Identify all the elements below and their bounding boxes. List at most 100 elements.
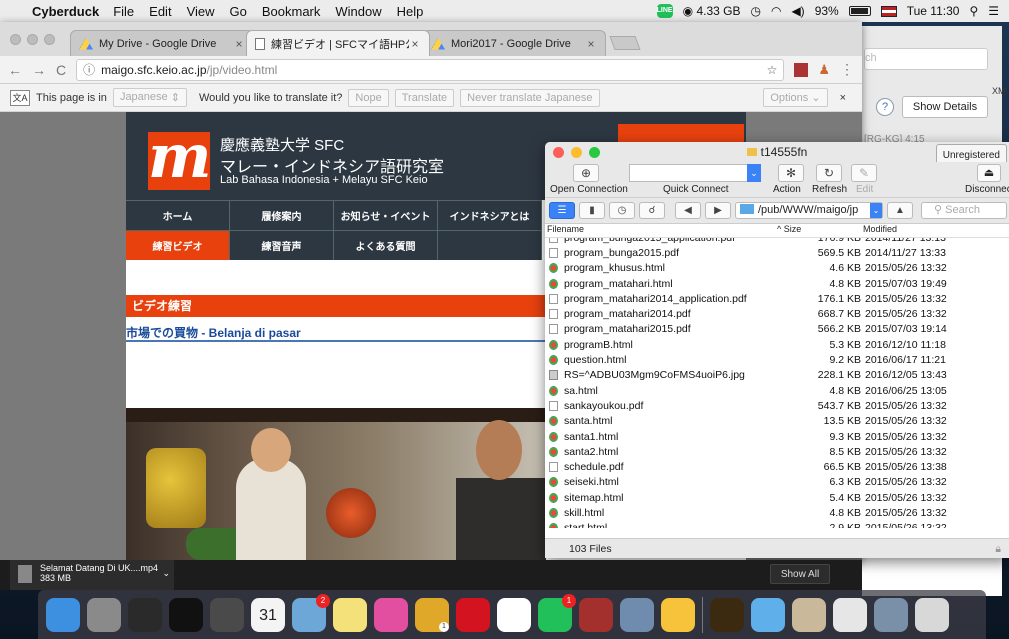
file-row[interactable]: program_matahari.html 4.8 KB 2015/07/03 19… [545,276,1009,291]
line-status-icon[interactable]: LINE [656,4,673,18]
notes-icon[interactable] [333,597,367,632]
never-translate-button[interactable]: Never translate Japanese [460,88,600,107]
extension-icon[interactable]: ♟ [818,62,830,78]
file-row[interactable]: santa1.html 9.3 KB 2015/05/26 13:32 [545,429,1009,444]
eject-icon[interactable]: ⏏ [977,164,1001,182]
activity-monitor-icon[interactable] [128,597,162,632]
refresh-icon[interactable]: ↻ [816,164,842,182]
close-tab-icon[interactable]: × [233,37,245,51]
close-tab-icon[interactable]: × [585,37,597,51]
menu-window[interactable]: Window [335,4,381,19]
folder-icon[interactable] [751,597,785,632]
nav-about-indonesia[interactable]: インドネシアとは [438,200,542,230]
file-row[interactable]: program_matahari2014_application.pdf 176.… [545,291,1009,306]
cyberduck-search-input[interactable]: ⚲ Search [921,202,1007,219]
back-icon[interactable]: ← [8,62,22,78]
new-tab-button[interactable] [609,36,641,50]
mail-bird-icon[interactable]: 2 [292,593,330,632]
show-all-button[interactable]: Show All [770,564,830,584]
parent-folder-icon[interactable]: ▲ [887,202,913,219]
file-row[interactable]: program_bunga2015.pdf 569.5 KB 2014/11/27 … [545,245,1009,260]
path-dropdown[interactable]: /pub/WWW/maigo/jp ⌄ [735,202,883,219]
file-row[interactable]: santa.html 13.5 KB 2015/05/26 13:32 [545,414,1009,429]
address-bar[interactable]: ⓘ maigo.sfc.keio.ac.jp/jp/video.html ☆ [76,58,785,81]
file-row[interactable]: program_matahari2014.pdf 668.7 KB 2015/05/… [545,306,1009,321]
chevron-down-icon[interactable]: ⌄ [162,568,170,579]
back-icon[interactable]: ◀ [675,202,701,219]
nav-faq[interactable]: よくある質問 [334,230,438,260]
extension-icon[interactable] [794,62,809,77]
file-row[interactable]: program_matahari2015.pdf 566.2 KB 2015/07/… [545,322,1009,337]
photos-stack-icon[interactable] [792,597,826,632]
menu-edit[interactable]: Edit [149,4,171,19]
open-connection-label[interactable]: Open Connection [550,184,628,195]
show-details-button[interactable]: Show Details [902,96,988,118]
time-machine-icon[interactable]: ◷ [750,4,760,18]
notification-center-icon[interactable]: ☰ [988,4,999,18]
bonjour-view-icon[interactable]: ☌ [639,202,665,219]
minimize-window-icon[interactable] [571,147,582,158]
terminal-icon[interactable] [169,597,203,632]
input-source-flag-icon[interactable] [880,5,897,17]
close-translate-icon[interactable]: × [834,92,852,104]
nav-course-info[interactable]: 履修案内 [230,200,334,230]
system-preferences-icon[interactable] [87,597,121,632]
finder-icon[interactable] [46,597,80,632]
column-filename[interactable]: Filename [545,224,777,237]
menu-help[interactable]: Help [397,4,424,19]
nav-news-events[interactable]: お知らせ・イベント [334,200,438,230]
nav-practice-audio[interactable]: 練習音声 [230,230,334,260]
bg-search-field[interactable]: ch [864,48,988,70]
help-icon[interactable]: ? [876,98,894,116]
forward-icon[interactable]: ▶ [705,202,731,219]
file-row[interactable]: sankayoukou.pdf 543.7 KB 2015/05/26 13:32 [545,398,1009,413]
volume-icon[interactable]: ◀) [791,4,804,18]
options-button[interactable]: Options ⌄ [763,88,828,107]
file-row[interactable]: start.html 2.9 KB2015/05/26 13:32 [545,521,1009,528]
language-select[interactable]: Japanese ⇕ [112,88,187,107]
battery-icon[interactable] [848,6,871,16]
file-row[interactable]: santa2.html 8.5 KB 2015/05/26 13:32 [545,444,1009,459]
nav-home[interactable]: ホーム [126,200,230,230]
wifi-icon[interactable]: ◠ [771,4,781,18]
image-stack-icon[interactable] [874,597,908,632]
file-row[interactable]: skill.html 4.8 KB 2015/05/26 13:32 [545,505,1009,520]
chrome-menu-icon[interactable]: ⋮ [840,61,854,78]
calendar-icon[interactable]: 31 [251,597,285,632]
zoom-window-icon[interactable] [44,34,55,45]
info-icon[interactable]: ⓘ [83,61,95,78]
dictionary-icon[interactable] [579,597,613,632]
translate-button[interactable]: Translate [394,88,455,107]
chrome-window-icon[interactable] [833,597,867,632]
cyberduck-icon[interactable] [661,597,695,632]
preview-icon[interactable] [620,597,654,632]
battery-percent[interactable]: 93% [815,4,839,18]
bookmarks-view-icon[interactable]: ▮ [579,202,605,219]
tab-video-page[interactable]: 練習ビデオ | SFCマイ語HP公式 × [246,30,430,56]
close-window-icon[interactable] [10,34,21,45]
minimize-window-icon[interactable] [27,34,38,45]
nav-practice-video[interactable]: 練習ビデオ [126,230,230,260]
file-row[interactable]: sitemap.html 5.4 KB 2015/05/26 13:32 [545,490,1009,505]
line-icon[interactable]: 1 [538,593,576,632]
file-row[interactable]: RS=^ADBU03Mgm9CoFMS4uoiP6.jpg 228.1 KB 201… [545,368,1009,383]
file-row[interactable]: sa.html 4.8 KB 2016/06/25 13:05 [545,383,1009,398]
reload-icon[interactable]: C [56,62,66,78]
close-tab-icon[interactable]: × [409,37,421,51]
file-row[interactable]: programB.html 5.3 KB 2016/12/10 11:18 [545,337,1009,352]
quick-connect-dropdown-icon[interactable]: ⌄ [747,164,761,182]
itunes-icon[interactable] [374,597,408,632]
file-row[interactable]: seiseki.html 6.3 KB 2015/05/26 13:32 [545,475,1009,490]
close-window-icon[interactable] [553,147,564,158]
sublime-icon[interactable] [210,597,244,632]
spotlight-icon[interactable]: ⚲ [969,4,978,18]
menu-go[interactable]: Go [230,4,247,19]
forward-icon[interactable]: → [32,62,46,78]
menu-view[interactable]: View [187,4,215,19]
browser-view-icon[interactable]: ☰ [549,202,575,219]
bookmark-star-icon[interactable]: ☆ [767,63,778,77]
column-size[interactable]: ^ Size [777,224,863,237]
chrome-icon[interactable]: 1 [415,597,449,632]
menu-bookmark[interactable]: Bookmark [262,4,321,19]
file-row[interactable]: program_khusus.html 4.6 KB 2015/05/26 13:3… [545,261,1009,276]
